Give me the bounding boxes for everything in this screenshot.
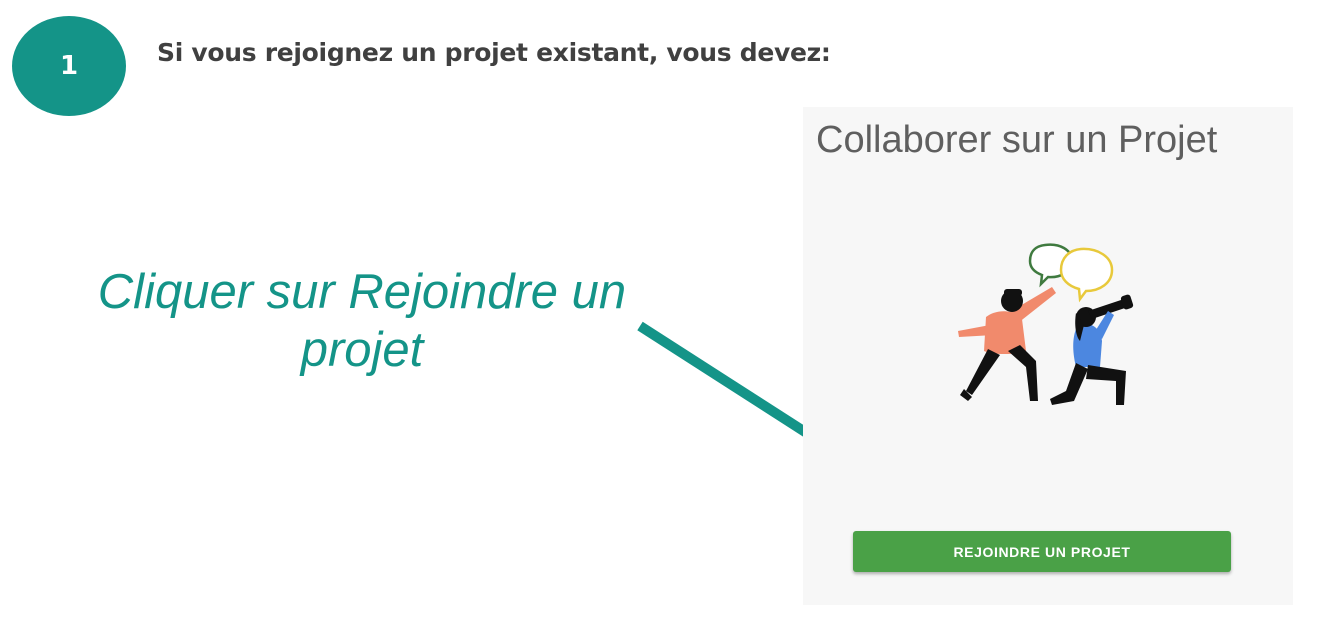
join-project-button[interactable]: REJOINDRE UN PROJET [853, 531, 1231, 572]
instruction-line-1: Cliquer sur Rejoindre un [97, 265, 627, 319]
instruction-line-2: projet [300, 323, 424, 377]
collaborate-card: Collaborer sur un Projet REJOINDRE UN PR… [803, 107, 1293, 605]
card-title: Collaborer sur un Projet [816, 119, 1218, 161]
collaboration-illustration [958, 243, 1134, 405]
step-number-badge: 1 [12, 16, 126, 116]
instruction-text: Cliquer sur Rejoindre un projet [60, 263, 664, 379]
step-number: 1 [59, 51, 79, 81]
page-heading: Si vous rejoignez un projet existant, vo… [157, 38, 831, 67]
